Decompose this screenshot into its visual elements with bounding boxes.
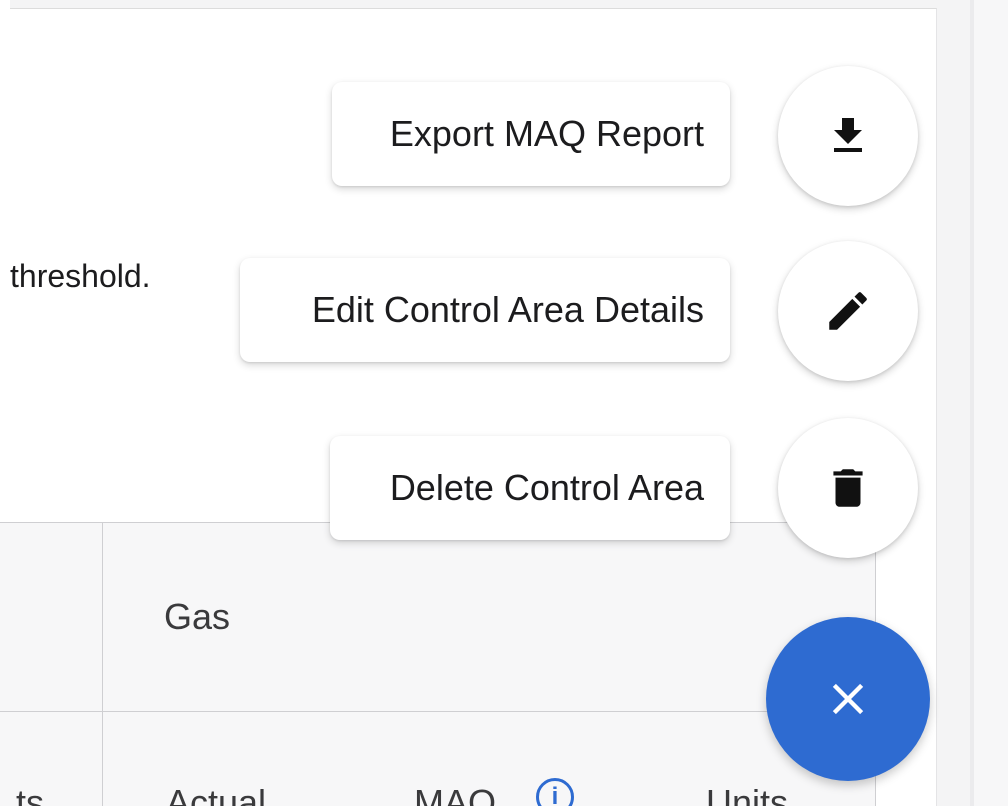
download-icon (834, 118, 862, 152)
delete-control-area-label[interactable]: Delete Control Area (330, 436, 730, 540)
description-text: threshold. (10, 258, 151, 294)
close-icon (832, 683, 864, 715)
action-label-text: Edit Control Area Details (311, 289, 704, 330)
right-gutter (974, 0, 1008, 806)
column-header-partial: ts (16, 782, 45, 806)
table-group-header-gas: Gas (164, 596, 231, 637)
pencil-icon (829, 292, 867, 330)
delete-control-area-button[interactable] (778, 418, 918, 558)
edit-control-area-details-label[interactable]: Edit Control Area Details (240, 258, 730, 362)
export-maq-report-label[interactable]: Export MAQ Report (332, 82, 730, 186)
page: threshold. Gas ts Actual MAQ i Units Exp… (0, 0, 1008, 806)
edit-control-area-details-button[interactable] (778, 241, 918, 381)
action-label-text: Export MAQ Report (389, 113, 704, 154)
speed-dial-close-button[interactable] (766, 617, 930, 781)
table-divider (102, 522, 103, 806)
trash-icon (833, 469, 863, 507)
column-header-maq: MAQ (414, 782, 497, 806)
column-header-actual: Actual (166, 782, 267, 806)
export-maq-report-button[interactable] (778, 66, 918, 206)
action-label-text: Delete Control Area (389, 467, 704, 508)
column-header-units: Units (706, 782, 789, 806)
maq-table (0, 522, 876, 806)
table-divider (0, 711, 876, 712)
